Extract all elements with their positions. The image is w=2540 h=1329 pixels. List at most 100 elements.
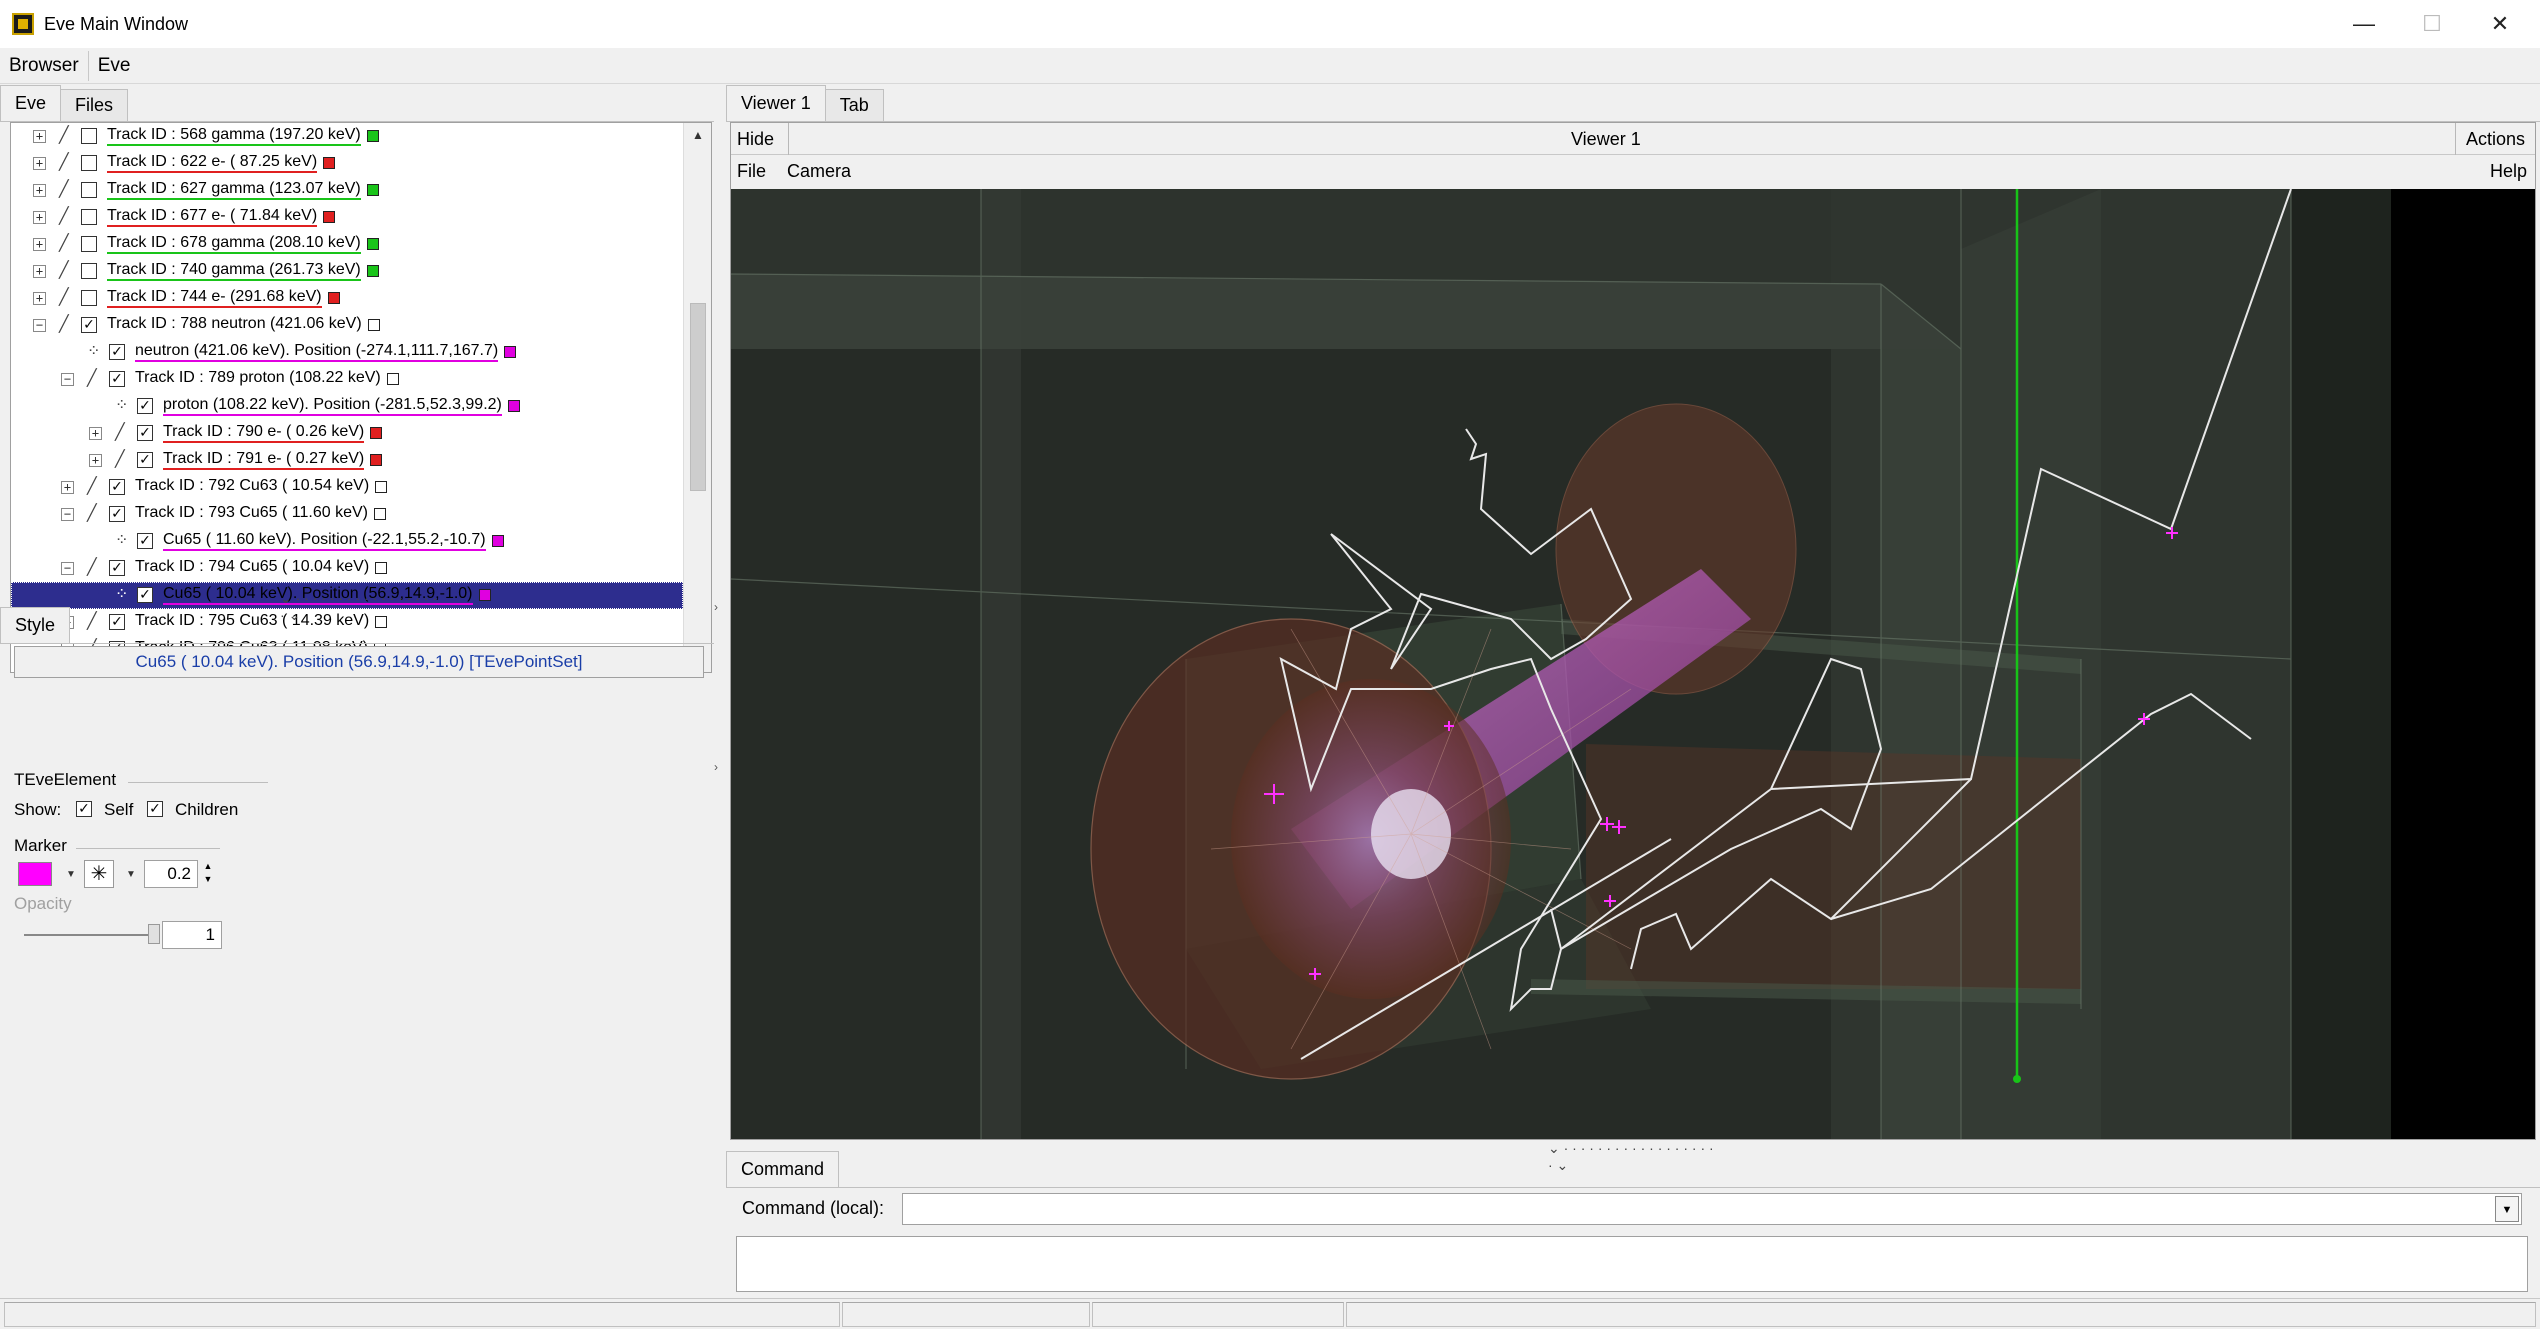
visibility-checkbox[interactable]: ✓ bbox=[137, 425, 153, 441]
scroll-thumb[interactable] bbox=[690, 303, 706, 491]
close-button[interactable]: ✕ bbox=[2466, 0, 2534, 48]
collapse-icon[interactable]: − bbox=[61, 562, 74, 575]
marker-size-stepper[interactable]: ▲ ▼ bbox=[200, 860, 216, 888]
tree-row[interactable]: + ╱ Track ID : 568 gamma (197.20 keV) bbox=[11, 123, 683, 150]
minimize-button[interactable]: — bbox=[2330, 0, 2398, 48]
self-checkbox[interactable]: ✓ bbox=[76, 801, 92, 817]
actions-button[interactable]: Actions bbox=[2455, 123, 2535, 155]
color-swatch[interactable] bbox=[370, 454, 382, 466]
color-swatch[interactable] bbox=[374, 508, 386, 520]
hide-button[interactable]: Hide bbox=[731, 123, 789, 155]
visibility-checkbox[interactable]: ✓ bbox=[109, 344, 125, 360]
expand-icon[interactable]: + bbox=[89, 427, 102, 440]
tree-row[interactable]: + ╱ Track ID : 744 e- (291.68 keV) bbox=[11, 285, 683, 312]
tree-row[interactable]: ⁘ ✓ neutron (421.06 keV). Position (-274.1… bbox=[11, 339, 683, 366]
command-input[interactable]: ▼ bbox=[902, 1193, 2522, 1225]
expand-icon[interactable]: + bbox=[33, 238, 46, 251]
viewer-menu-help[interactable]: Help bbox=[2490, 155, 2527, 187]
color-swatch[interactable] bbox=[323, 211, 335, 223]
tab-eve[interactable]: Eve bbox=[0, 85, 62, 121]
color-swatch[interactable] bbox=[368, 319, 380, 331]
expand-icon[interactable]: + bbox=[33, 292, 46, 305]
tree-row[interactable]: − ╱ ✓ Track ID : 794 Cu65 ( 10.04 keV) bbox=[11, 555, 683, 582]
3d-scene-canvas[interactable] bbox=[731, 189, 2535, 1139]
collapse-icon[interactable]: − bbox=[33, 319, 46, 332]
visibility-checkbox[interactable] bbox=[81, 236, 97, 252]
color-swatch[interactable] bbox=[375, 562, 387, 574]
scroll-up-icon[interactable]: ▲ bbox=[684, 123, 711, 147]
children-checkbox[interactable]: ✓ bbox=[147, 801, 163, 817]
color-swatch[interactable] bbox=[370, 427, 382, 439]
menu-browser[interactable]: Browser bbox=[0, 51, 88, 81]
expand-icon[interactable]: + bbox=[33, 211, 46, 224]
tree-row[interactable]: − ╱ ✓ Track ID : 788 neutron (421.06 keV) bbox=[11, 312, 683, 339]
visibility-checkbox[interactable]: ✓ bbox=[137, 398, 153, 414]
visibility-checkbox[interactable]: ✓ bbox=[109, 560, 125, 576]
visibility-checkbox[interactable]: ✓ bbox=[109, 371, 125, 387]
visibility-checkbox[interactable]: ✓ bbox=[137, 452, 153, 468]
tree-row[interactable]: + ╱ ✓ Track ID : 791 e- ( 0.27 keV) bbox=[11, 447, 683, 474]
visibility-checkbox[interactable]: ✓ bbox=[109, 506, 125, 522]
collapse-icon[interactable]: − bbox=[61, 373, 74, 386]
asterisk-marker-icon[interactable]: ✳ bbox=[84, 860, 114, 888]
expand-icon[interactable]: + bbox=[33, 130, 46, 143]
visibility-checkbox[interactable] bbox=[81, 182, 97, 198]
left-splitter-handle[interactable]: ⌄ · · · · · · · · · · · · · · · · · · ⌄ bbox=[280, 590, 440, 623]
tab-style[interactable]: Style bbox=[0, 607, 71, 643]
expand-icon[interactable]: + bbox=[89, 454, 102, 467]
marker-size-input[interactable]: 0.2 bbox=[144, 860, 198, 888]
tab-command[interactable]: Command bbox=[726, 1151, 840, 1187]
opacity-value-input[interactable]: 1 bbox=[162, 921, 222, 949]
color-swatch[interactable] bbox=[328, 292, 340, 304]
visibility-checkbox[interactable]: ✓ bbox=[137, 587, 153, 603]
menu-eve[interactable]: Eve bbox=[87, 50, 140, 81]
visibility-checkbox[interactable] bbox=[81, 290, 97, 306]
visibility-checkbox[interactable] bbox=[81, 263, 97, 279]
visibility-checkbox[interactable] bbox=[81, 155, 97, 171]
visibility-checkbox[interactable]: ✓ bbox=[81, 317, 97, 333]
left-collapse-icon-2[interactable]: › bbox=[714, 760, 718, 774]
expand-icon[interactable]: + bbox=[33, 157, 46, 170]
visibility-checkbox[interactable]: ✓ bbox=[109, 479, 125, 495]
color-swatch[interactable] bbox=[323, 157, 335, 169]
tree-row[interactable]: + ╱ Track ID : 677 e- ( 71.84 keV) bbox=[11, 204, 683, 231]
tree-row[interactable]: + ╱ Track ID : 740 gamma (261.73 keV) bbox=[11, 258, 683, 285]
tree-row[interactable]: − ╱ ✓ Track ID : 793 Cu65 ( 11.60 keV) bbox=[11, 501, 683, 528]
color-swatch[interactable] bbox=[375, 481, 387, 493]
visibility-checkbox[interactable] bbox=[81, 209, 97, 225]
color-swatch[interactable] bbox=[508, 400, 520, 412]
expand-icon[interactable]: + bbox=[33, 184, 46, 197]
viewer-menu-file[interactable]: File bbox=[737, 155, 766, 187]
opacity-slider-track[interactable] bbox=[24, 934, 154, 936]
collapse-icon[interactable]: − bbox=[61, 508, 74, 521]
color-swatch[interactable] bbox=[367, 238, 379, 250]
expand-icon[interactable]: + bbox=[33, 265, 46, 278]
tab-tab[interactable]: Tab bbox=[824, 89, 884, 121]
opacity-slider-knob[interactable] bbox=[148, 924, 160, 944]
tree-row[interactable]: + ╱ Track ID : 627 gamma (123.07 keV) bbox=[11, 177, 683, 204]
color-swatch[interactable] bbox=[504, 346, 516, 358]
tab-viewer-1[interactable]: Viewer 1 bbox=[726, 85, 826, 121]
tree-row[interactable]: ⁘ ✓ Cu65 ( 11.60 keV). Position (-22.1,55.… bbox=[11, 528, 683, 555]
command-dropdown-icon[interactable]: ▼ bbox=[2495, 1196, 2519, 1222]
color-swatch[interactable] bbox=[492, 535, 504, 547]
tree-scrollbar[interactable]: ▲ ▼ bbox=[683, 123, 711, 672]
tree-row[interactable]: − ╱ ✓ Track ID : 789 proton (108.22 keV) bbox=[11, 366, 683, 393]
marker-color-swatch[interactable] bbox=[18, 862, 52, 886]
tree-row[interactable]: + ╱ ✓ Track ID : 790 e- ( 0.26 keV) bbox=[11, 420, 683, 447]
color-dropdown-icon[interactable]: ▼ bbox=[66, 869, 76, 880]
color-swatch[interactable] bbox=[367, 130, 379, 142]
visibility-checkbox[interactable] bbox=[81, 128, 97, 144]
color-swatch[interactable] bbox=[387, 373, 399, 385]
color-swatch[interactable] bbox=[367, 265, 379, 277]
color-swatch[interactable] bbox=[367, 184, 379, 196]
viewer-menu-camera[interactable]: Camera bbox=[787, 155, 851, 187]
tree-row[interactable]: + ╱ Track ID : 678 gamma (208.10 keV) bbox=[11, 231, 683, 258]
tree-row[interactable]: ⁘ ✓ proton (108.22 keV). Position (-281.5,… bbox=[11, 393, 683, 420]
tree-row[interactable]: + ╱ ✓ Track ID : 792 Cu63 ( 10.54 keV) bbox=[11, 474, 683, 501]
tab-files[interactable]: Files bbox=[60, 89, 129, 121]
maximize-button[interactable]: ☐ bbox=[2398, 0, 2466, 48]
command-output-area[interactable] bbox=[736, 1236, 2528, 1292]
left-collapse-icon[interactable]: › bbox=[714, 600, 718, 614]
tree-row[interactable]: + ╱ Track ID : 622 e- ( 87.25 keV) bbox=[11, 150, 683, 177]
